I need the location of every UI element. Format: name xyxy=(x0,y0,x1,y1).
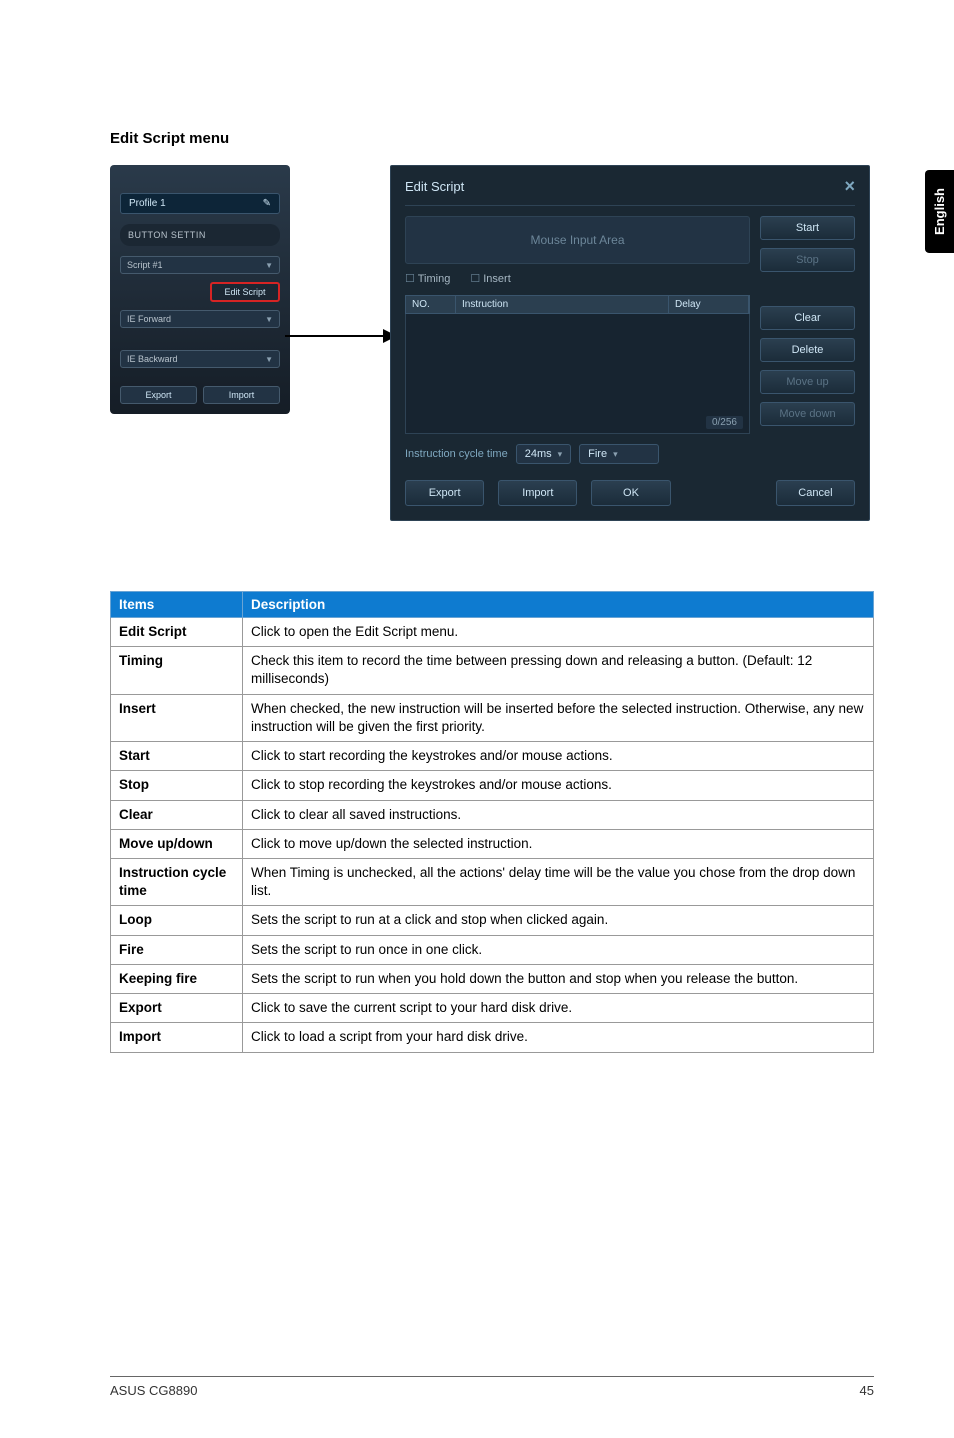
edit-icon[interactable]: ✎ xyxy=(263,198,271,209)
insert-checkbox[interactable]: Insert xyxy=(470,272,510,285)
button-settings-header: BUTTON SETTIN xyxy=(120,224,280,246)
chevron-down-icon: ▼ xyxy=(265,261,273,270)
table-row: ExportClick to save the current script t… xyxy=(111,994,874,1023)
desc-cell: Click to open the Edit Script menu. xyxy=(243,618,874,647)
profile-selector[interactable]: Profile 1 ✎ xyxy=(120,193,280,214)
instruction-list[interactable]: 0/256 xyxy=(405,314,750,434)
callout-arrow xyxy=(285,335,395,337)
ok-button[interactable]: OK xyxy=(591,480,670,506)
table-row: InsertWhen checked, the new instruction … xyxy=(111,694,874,741)
desc-cell: Click to load a script from your hard di… xyxy=(243,1023,874,1052)
footer-model: ASUS CG8890 xyxy=(110,1383,197,1398)
description-table: Items Description Edit ScriptClick to op… xyxy=(110,591,874,1053)
desc-cell: Click to save the current script to your… xyxy=(243,994,874,1023)
dialog-import-button[interactable]: Import xyxy=(498,480,577,506)
col-delay-header: Delay xyxy=(669,296,749,313)
script-selector-label: Script #1 xyxy=(127,260,163,270)
desc-cell: Check this item to record the time betwe… xyxy=(243,647,874,694)
move-down-button[interactable]: Move down xyxy=(760,402,855,426)
table-row: TimingCheck this item to record the time… xyxy=(111,647,874,694)
desc-cell: Click to move up/down the selected instr… xyxy=(243,829,874,858)
item-cell: Keeping fire xyxy=(111,964,243,993)
section-heading: Edit Script menu xyxy=(110,130,874,147)
panel-export-button[interactable]: Export xyxy=(120,386,197,404)
edit-script-dialog: Edit Script × Mouse Input Area Timing In… xyxy=(390,165,870,521)
mouse-input-area[interactable]: Mouse Input Area xyxy=(405,216,750,264)
page-footer: ASUS CG8890 45 xyxy=(110,1376,874,1398)
table-row: ImportClick to load a script from your h… xyxy=(111,1023,874,1052)
cycle-time-dropdown[interactable]: 24ms xyxy=(516,444,571,464)
desc-cell: Click to clear all saved instructions. xyxy=(243,800,874,829)
profile-label: Profile 1 xyxy=(129,198,166,209)
desc-cell: Sets the script to run once in one click… xyxy=(243,935,874,964)
item-cell: Clear xyxy=(111,800,243,829)
table-row: LoopSets the script to run at a click an… xyxy=(111,906,874,935)
clear-button[interactable]: Clear xyxy=(760,306,855,330)
start-button[interactable]: Start xyxy=(760,216,855,240)
ie-backward-label: IE Backward xyxy=(127,354,178,364)
panel-import-button[interactable]: Import xyxy=(203,386,280,404)
item-cell: Loop xyxy=(111,906,243,935)
table-row: Instruction cycle timeWhen Timing is unc… xyxy=(111,858,874,905)
item-cell: Timing xyxy=(111,647,243,694)
table-row: ClearClick to clear all saved instructio… xyxy=(111,800,874,829)
ie-backward-selector[interactable]: IE Backward ▼ xyxy=(120,350,280,368)
script-selector[interactable]: Script #1 ▼ xyxy=(120,256,280,274)
timing-checkbox[interactable]: Timing xyxy=(405,272,450,285)
cancel-button[interactable]: Cancel xyxy=(776,480,855,506)
dialog-title: Edit Script xyxy=(405,179,464,194)
desc-cell: Sets the script to run when you hold dow… xyxy=(243,964,874,993)
fire-mode-dropdown[interactable]: Fire xyxy=(579,444,659,464)
table-row: FireSets the script to run once in one c… xyxy=(111,935,874,964)
col-instruction-header: Instruction xyxy=(456,296,669,313)
chevron-down-icon: ▼ xyxy=(265,355,273,364)
ie-forward-label: IE Forward xyxy=(127,314,171,324)
item-cell: Start xyxy=(111,742,243,771)
cycle-time-label: Instruction cycle time xyxy=(405,448,508,460)
item-cell: Edit Script xyxy=(111,618,243,647)
move-up-button[interactable]: Move up xyxy=(760,370,855,394)
th-description: Description xyxy=(243,592,874,618)
col-no-header: NO. xyxy=(406,296,456,313)
item-cell: Export xyxy=(111,994,243,1023)
table-row: StartClick to start recording the keystr… xyxy=(111,742,874,771)
item-cell: Fire xyxy=(111,935,243,964)
desc-cell: Sets the script to run at a click and st… xyxy=(243,906,874,935)
desc-cell: Click to start recording the keystrokes … xyxy=(243,742,874,771)
item-cell: Instruction cycle time xyxy=(111,858,243,905)
chevron-down-icon: ▼ xyxy=(265,315,273,324)
desc-cell: When Timing is unchecked, all the action… xyxy=(243,858,874,905)
delete-button[interactable]: Delete xyxy=(760,338,855,362)
ie-forward-selector[interactable]: IE Forward ▼ xyxy=(120,310,280,328)
stop-button[interactable]: Stop xyxy=(760,248,855,272)
desc-cell: Click to stop recording the keystrokes a… xyxy=(243,771,874,800)
instruction-list-header: NO. Instruction Delay xyxy=(405,295,750,314)
screenshot-composite: Profile 1 ✎ BUTTON SETTIN Script #1 ▼ Ed… xyxy=(110,165,874,521)
item-cell: Stop xyxy=(111,771,243,800)
table-row: Edit ScriptClick to open the Edit Script… xyxy=(111,618,874,647)
dialog-export-button[interactable]: Export xyxy=(405,480,484,506)
close-icon[interactable]: × xyxy=(844,176,855,197)
item-cell: Move up/down xyxy=(111,829,243,858)
item-cell: Import xyxy=(111,1023,243,1052)
edit-script-button[interactable]: Edit Script xyxy=(210,282,280,302)
language-tab: English xyxy=(925,170,954,253)
settings-panel: Profile 1 ✎ BUTTON SETTIN Script #1 ▼ Ed… xyxy=(110,165,290,414)
item-cell: Insert xyxy=(111,694,243,741)
instruction-counter: 0/256 xyxy=(706,416,743,429)
footer-page-number: 45 xyxy=(860,1383,874,1398)
table-row: StopClick to stop recording the keystrok… xyxy=(111,771,874,800)
table-row: Keeping fireSets the script to run when … xyxy=(111,964,874,993)
th-items: Items xyxy=(111,592,243,618)
desc-cell: When checked, the new instruction will b… xyxy=(243,694,874,741)
table-row: Move up/downClick to move up/down the se… xyxy=(111,829,874,858)
